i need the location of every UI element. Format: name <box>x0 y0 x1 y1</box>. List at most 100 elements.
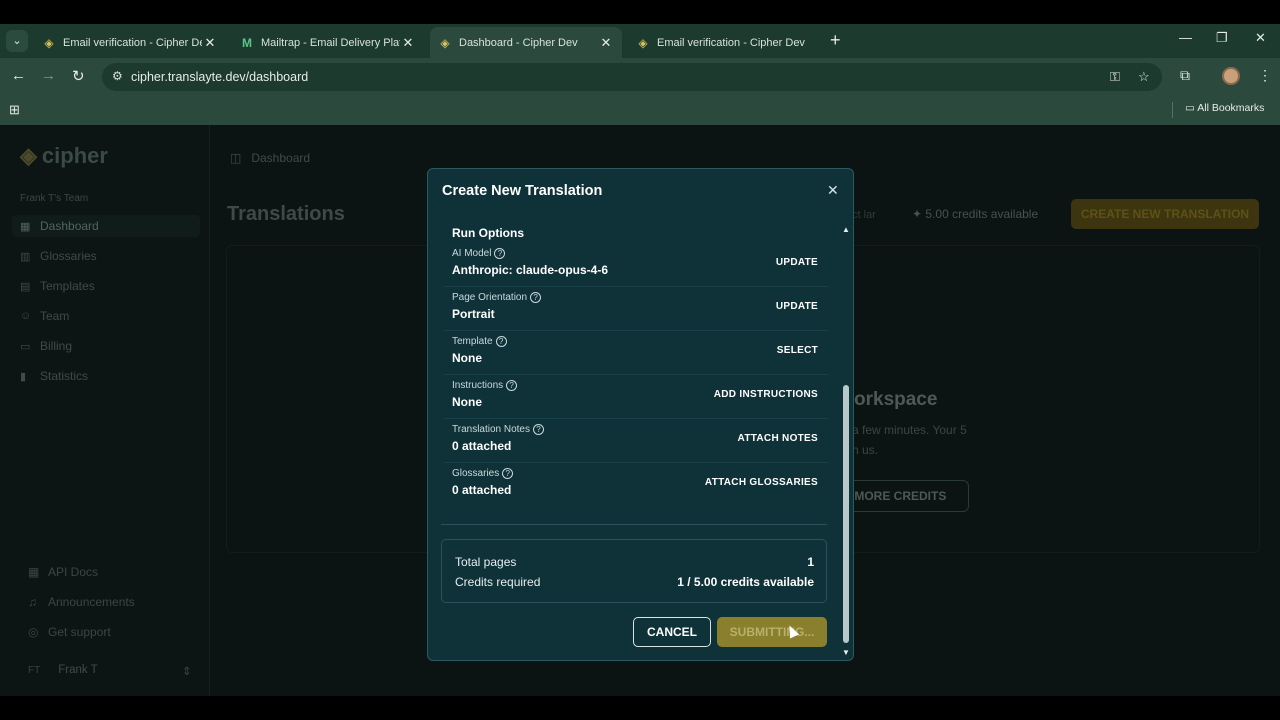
scrollbar-thumb[interactable] <box>843 385 849 643</box>
card-icon: ▭ <box>20 340 31 353</box>
sidebar-item-label: Dashboard <box>40 219 99 233</box>
help-icon[interactable]: ? <box>502 468 514 479</box>
tab-title: Email verification - Cipher Dev <box>657 36 805 49</box>
help-icon[interactable]: ? <box>495 336 507 347</box>
sidebar-item-label: Team <box>40 309 70 323</box>
page-title: Translations <box>227 203 345 225</box>
option-translation-notes: Translation Notes? 0 attached ATTACH NOT… <box>444 419 828 463</box>
credits-label: 5.00 credits available <box>925 207 1039 221</box>
browser-tab[interactable]: ◈ Email verification - Cipher Dev ✕ <box>34 27 226 58</box>
option-value: Portrait <box>452 307 495 321</box>
scroll-down-icon[interactable]: ▼ <box>842 648 850 657</box>
help-icon[interactable]: ? <box>530 292 542 303</box>
more-menu-icon[interactable]: ⋮ <box>1258 67 1272 84</box>
sidebar-item-label: Statistics <box>40 369 89 383</box>
minimize-icon[interactable]: — <box>1179 30 1192 45</box>
sidebar-item-api-docs[interactable]: ▦ API Docs <box>28 565 98 579</box>
browser-toolbar: ← → ↻ ⚙ cipher.translayte.dev/dashboard … <box>0 58 1280 96</box>
back-arrow-icon[interactable]: ← <box>11 67 26 84</box>
cancel-button[interactable]: CANCEL <box>633 617 711 647</box>
option-value: Anthropic: claude-opus-4-6 <box>452 263 609 277</box>
tab-title: Dashboard - Cipher Dev <box>459 36 578 49</box>
cost-summary: Total pages 1 Credits required 1 / 5.00 … <box>441 539 827 603</box>
tab-title: Email verification - Cipher Dev <box>63 36 202 49</box>
submit-button[interactable]: SUBMITTING... <box>717 617 827 647</box>
cipher-layers-icon: ◈ <box>440 35 450 50</box>
sidebar: ◈ cipher Frank T's Team ▦ Dashboard ▥ Gloss… <box>0 125 210 696</box>
all-bookmarks-button[interactable]: ▭ All Bookmarks <box>1185 102 1264 114</box>
sidebar-item-announcements[interactable]: ♫ Announcements <box>28 595 135 609</box>
breadcrumb: ◫ Dashboard <box>230 151 310 165</box>
tab-search-dropdown-icon[interactable]: ⌄ <box>6 30 28 52</box>
users-icon: ☺ <box>20 310 32 322</box>
extensions-puzzle-icon[interactable]: ⧉ <box>1180 67 1190 84</box>
sidebar-item-statistics[interactable]: ▮ Statistics <box>20 369 88 383</box>
empty-state-text: n us. <box>852 443 879 457</box>
create-translation-modal: Create New Translation ✕ Run Options AI … <box>427 168 854 661</box>
new-tab-plus-icon[interactable]: + <box>830 31 841 49</box>
update-orientation-button[interactable]: UPDATE <box>776 301 818 312</box>
site-settings-icon[interactable]: ⚙ <box>112 69 123 83</box>
option-value: 0 attached <box>452 483 512 497</box>
browser-tab[interactable]: M Mailtrap - Email Delivery Platform ✕ <box>232 27 424 58</box>
sidebar-item-label: API Docs <box>48 565 99 579</box>
sidebar-toggle-icon[interactable]: ◫ <box>230 151 241 165</box>
browser-tab-active[interactable]: ◈ Dashboard - Cipher Dev ✕ <box>430 27 622 58</box>
close-icon[interactable]: ✕ <box>598 35 614 51</box>
scroll-up-icon[interactable]: ▲ <box>842 225 850 234</box>
total-pages-value: 1 <box>807 555 814 569</box>
credits-required-label: Credits required <box>455 575 541 589</box>
browser-tab[interactable]: ◈ Email verification - Cipher Dev <box>628 27 820 58</box>
attach-notes-button[interactable]: ATTACH NOTES <box>738 433 818 444</box>
add-instructions-button[interactable]: ADD INSTRUCTIONS <box>714 389 818 400</box>
sidebar-item-team[interactable]: ☺ Team <box>20 309 69 323</box>
sidebar-item-billing[interactable]: ▭ Billing <box>20 339 72 353</box>
option-value: 0 attached <box>452 439 512 453</box>
update-ai-model-button[interactable]: UPDATE <box>776 257 818 268</box>
credits-indicator: ✦ 5.00 credits available <box>912 207 1038 221</box>
attach-glossaries-button[interactable]: ATTACH GLOSSARIES <box>705 477 818 488</box>
breadcrumb-label: Dashboard <box>251 151 311 165</box>
sidebar-item-label: Announcements <box>48 595 135 609</box>
option-ai-model: AI Model? Anthropic: claude-opus-4-6 UPD… <box>444 243 828 287</box>
forward-arrow-icon[interactable]: → <box>41 67 56 84</box>
profile-avatar[interactable] <box>1222 67 1240 85</box>
window-close-icon[interactable]: ✕ <box>1255 30 1266 46</box>
close-icon[interactable]: ✕ <box>827 182 839 199</box>
user-initials: FT <box>28 665 41 676</box>
bookmark-star-icon[interactable]: ☆ <box>1138 69 1150 85</box>
sidebar-item-label: Billing <box>40 339 73 353</box>
address-bar[interactable]: ⚙ cipher.translayte.dev/dashboard ⚿ ☆ <box>102 63 1162 91</box>
sidebar-item-glossaries[interactable]: ▥ Glossaries <box>20 249 97 263</box>
create-new-translation-button[interactable]: CREATE NEW TRANSLATION <box>1071 199 1259 229</box>
option-label: Template <box>452 336 493 348</box>
support-icon: ◎ <box>28 625 39 639</box>
sidebar-item-get-support[interactable]: ◎ Get support <box>28 625 111 639</box>
team-name: Frank T's Team <box>20 193 89 204</box>
reload-icon[interactable]: ↻ <box>72 67 85 85</box>
close-icon[interactable]: ✕ <box>202 35 218 51</box>
bell-icon: ♫ <box>28 595 37 609</box>
screen: ⌄ ◈ Email verification - Cipher Dev ✕ M … <box>0 0 1280 720</box>
empty-state-text: a few minutes. Your 5 <box>852 423 967 437</box>
user-menu[interactable]: FT Frank T ⇕ <box>28 664 192 678</box>
sparkle-icon: ✦ <box>912 207 923 221</box>
help-icon[interactable]: ? <box>506 380 518 391</box>
option-glossaries: Glossaries? 0 attached ATTACH GLOSSARIES <box>444 463 828 507</box>
close-icon[interactable]: ✕ <box>400 35 416 51</box>
modal-scrollbar[interactable]: ▲ ▼ <box>841 225 851 659</box>
option-instructions: Instructions? None ADD INSTRUCTIONS <box>444 375 828 419</box>
sidebar-item-dashboard[interactable]: ▦ Dashboard <box>20 219 99 233</box>
cipher-logo[interactable]: ◈ cipher <box>20 143 108 169</box>
template-icon: ▤ <box>20 280 31 293</box>
help-icon[interactable]: ? <box>533 424 544 435</box>
select-template-button[interactable]: SELECT <box>777 345 818 356</box>
tab-title: Mailtrap - Email Delivery Platform <box>261 36 400 49</box>
total-pages-label: Total pages <box>455 555 517 569</box>
password-key-icon[interactable]: ⚿ <box>1110 69 1120 85</box>
help-icon[interactable]: ? <box>494 248 506 259</box>
sidebar-item-templates[interactable]: ▤ Templates <box>20 279 95 293</box>
empty-state-title: orkspace <box>854 389 938 410</box>
apps-grid-icon[interactable]: ⊞ <box>9 102 20 118</box>
restore-icon[interactable]: ❐ <box>1216 30 1228 46</box>
